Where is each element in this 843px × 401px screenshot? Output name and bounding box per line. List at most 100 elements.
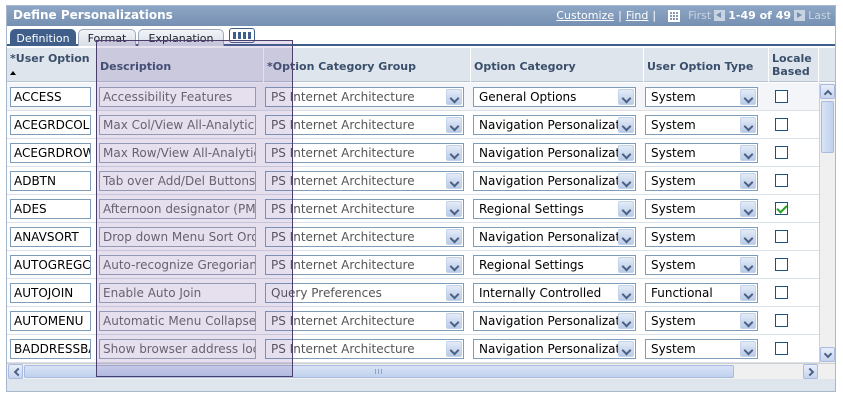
header-user-option-type[interactable]: User Option Type [644,48,769,82]
vertical-scrollbar[interactable] [819,83,835,363]
option-category-select[interactable]: Navigation Personalizatio [473,143,636,163]
locale-based-checkbox[interactable] [775,314,788,327]
view-all-grid-icon[interactable] [668,9,681,22]
locale-based-checkbox[interactable] [775,202,788,215]
option-category-group-select[interactable]: PS Internet Architecture [265,143,464,163]
description-field[interactable]: Show browser address locat [99,339,256,359]
option-category-select[interactable]: Navigation Personalizatio [473,227,636,247]
option-category-select[interactable]: Navigation Personalizatio [473,311,636,331]
next-arrow-icon[interactable] [794,10,806,21]
user-option-type-select[interactable]: System [645,115,758,135]
user-option-field[interactable]: ANAVSORT [10,227,91,247]
personalizations-grid: Define Personalizations Customize | Find… [6,5,836,392]
option-category-select[interactable]: Regional Settings [473,255,636,275]
description-field[interactable]: Tab over Add/Del Buttons (+/-) [99,171,256,191]
scroll-left-icon[interactable] [8,364,23,379]
option-category-select[interactable]: Navigation Personalizatio [473,115,636,135]
user-option-type-select[interactable]: Functional [645,283,758,303]
first-link[interactable]: First [688,9,711,22]
user-option-field[interactable]: ACCESS [10,87,91,107]
tab-definition[interactable]: Definition [10,29,76,46]
header-option-category-group[interactable]: *Option Category Group [264,48,471,82]
option-category-group-select[interactable]: PS Internet Architecture [265,255,464,275]
grid-title-bar: Define Personalizations Customize | Find… [7,6,835,26]
nav-separator: | [652,9,657,22]
chevron-down-icon [740,89,756,105]
user-option-field[interactable]: AUTOMENU [10,311,91,331]
description-field[interactable]: Afternoon designator (PM, pm) [99,199,256,219]
option-category-select[interactable]: General Options [473,87,636,107]
scroll-up-icon[interactable] [820,84,835,99]
header-user-option[interactable]: *User Option [7,48,97,82]
user-option-field[interactable]: AUTOGREGC [10,255,91,275]
grid-navigation: Customize | Find | First 1-49 of 49 Last [556,9,831,22]
locale-based-checkbox[interactable] [775,90,788,103]
horizontal-scrollbar[interactable] [7,363,835,379]
locale-based-checkbox[interactable] [775,174,788,187]
user-option-field[interactable]: ADES [10,199,91,219]
user-option-field[interactable]: ADBTN [10,171,91,191]
chevron-down-icon [618,341,634,357]
option-category-group-select[interactable]: Query Preferences [265,283,464,303]
user-option-type-select[interactable]: System [645,171,758,191]
locale-based-checkbox[interactable] [775,286,788,299]
locale-based-checkbox[interactable] [775,230,788,243]
locale-based-checkbox[interactable] [775,342,788,355]
tab-explanation[interactable]: Explanation [138,29,224,46]
chevron-down-icon [446,341,462,357]
locale-based-checkbox[interactable] [775,118,788,131]
chevron-down-icon [446,145,462,161]
scroll-right-icon[interactable] [803,364,818,379]
table-row: ADES Afternoon designator (PM, pm) PS In… [7,195,819,223]
option-category-group-select[interactable]: PS Internet Architecture [265,339,464,359]
header-option-category[interactable]: Option Category [471,48,644,82]
find-link[interactable]: Find [626,9,649,22]
table-row: BADDRESSBA Show browser address locat PS… [7,335,819,363]
locale-based-checkbox[interactable] [775,146,788,159]
user-option-field[interactable]: ACEGRDCOL [10,115,91,135]
user-option-type-select[interactable]: System [645,87,758,107]
description-field[interactable]: Accessibility Features [99,87,256,107]
header-locale-based[interactable]: Locale Based [769,48,819,82]
option-category-select[interactable]: Navigation Personalizatio [473,171,636,191]
option-category-select[interactable]: Navigation Personalizatio [473,339,636,359]
option-category-group-select[interactable]: PS Internet Architecture [265,171,464,191]
table-row: ANAVSORT Drop down Menu Sort Order PS In… [7,223,819,251]
user-option-field[interactable]: ACEGRDROW [10,143,91,163]
tab-format[interactable]: Format [78,29,136,46]
tab-strip: Definition Format Explanation [7,26,835,46]
show-all-columns-icon[interactable] [229,28,255,43]
chevron-down-icon [740,201,756,217]
user-option-type-select[interactable]: System [645,227,758,247]
user-option-type-select[interactable]: System [645,339,758,359]
previous-arrow-icon[interactable] [714,10,726,21]
row-range: 1-49 of 49 [728,9,792,22]
description-field[interactable]: Auto-recognize Gregorian da [99,255,256,275]
user-option-field[interactable]: AUTOJOIN [10,283,91,303]
header-description[interactable]: Description [97,48,264,82]
sort-ascending-icon [10,71,16,75]
option-category-select[interactable]: Regional Settings [473,199,636,219]
option-category-group-select[interactable]: PS Internet Architecture [265,87,464,107]
description-field[interactable]: Enable Auto Join [99,283,256,303]
description-field[interactable]: Max Col/View All-Analytic Grid [99,115,256,135]
horizontal-scroll-thumb[interactable] [24,365,734,378]
description-field[interactable]: Automatic Menu Collapse [99,311,256,331]
option-category-group-select[interactable]: PS Internet Architecture [265,227,464,247]
option-category-group-select[interactable]: PS Internet Architecture [265,311,464,331]
locale-based-checkbox[interactable] [775,258,788,271]
user-option-type-select[interactable]: System [645,311,758,331]
vertical-scroll-thumb[interactable] [821,101,834,153]
option-category-group-select[interactable]: PS Internet Architecture [265,115,464,135]
user-option-field[interactable]: BADDRESSBA [10,339,91,359]
user-option-type-select[interactable]: System [645,143,758,163]
user-option-type-select[interactable]: System [645,255,758,275]
last-link[interactable]: Last [808,9,831,22]
user-option-type-select[interactable]: System [645,199,758,219]
description-field[interactable]: Drop down Menu Sort Order [99,227,256,247]
customize-link[interactable]: Customize [556,9,614,22]
option-category-group-select[interactable]: PS Internet Architecture [265,199,464,219]
option-category-select[interactable]: Internally Controlled [473,283,636,303]
description-field[interactable]: Max Row/View All-Analytic Gr [99,143,256,163]
scroll-down-icon[interactable] [820,347,835,362]
